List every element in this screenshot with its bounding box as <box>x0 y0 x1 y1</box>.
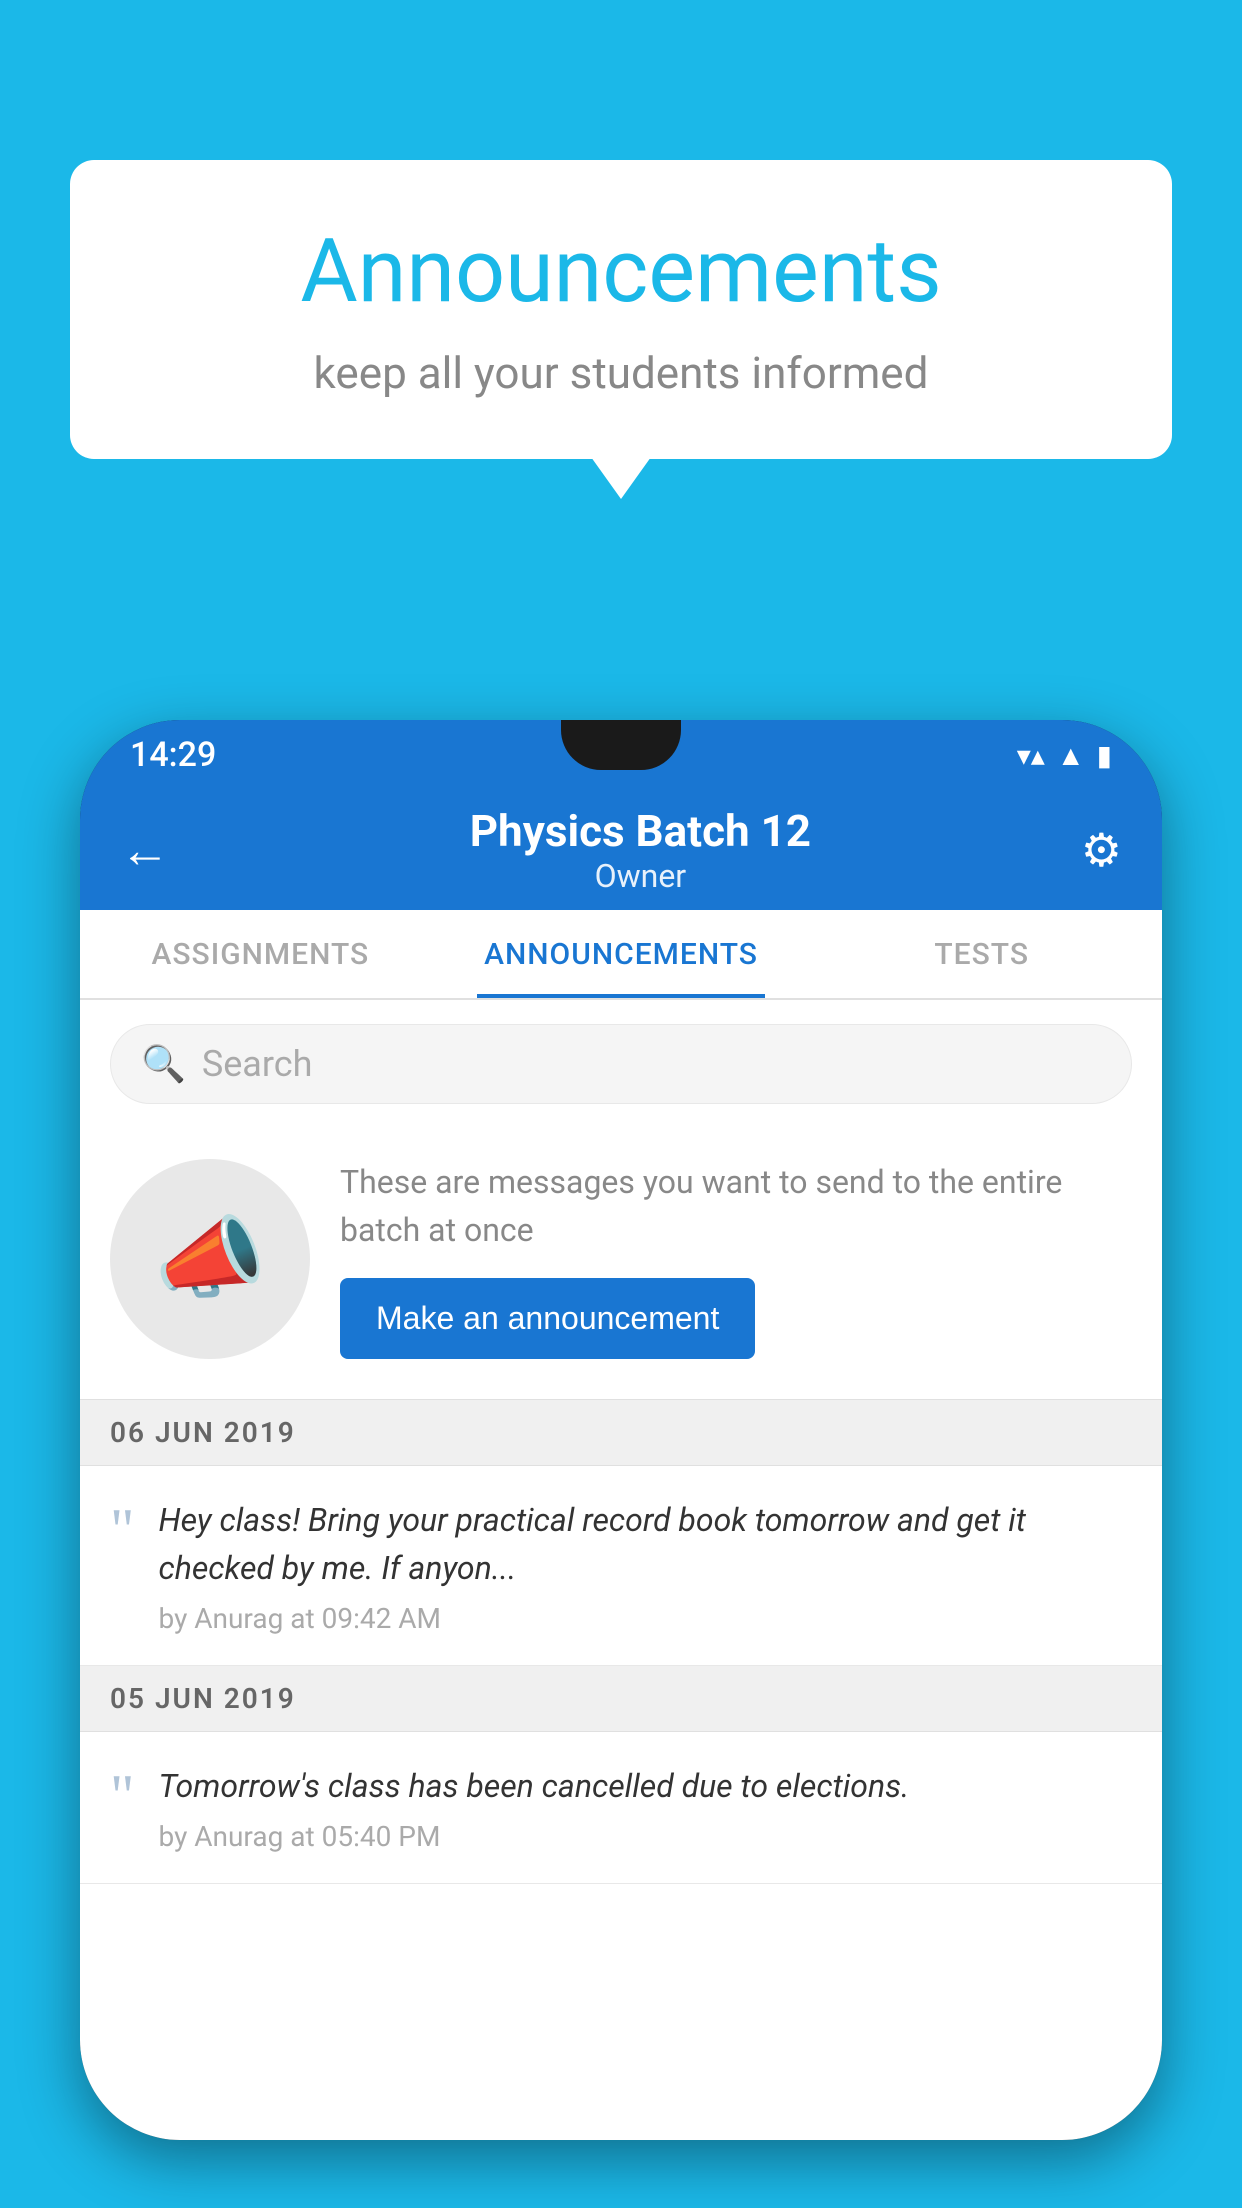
wifi-icon: ▾▴ <box>1017 739 1045 772</box>
screen-content: 🔍 Search 📣 These are messages you want t… <box>80 1000 1162 2140</box>
app-bar-title-group: Physics Batch 12 Owner <box>200 805 1081 895</box>
speech-bubble-subtitle: keep all your students informed <box>150 347 1092 399</box>
signal-icon: ▲ <box>1057 739 1085 772</box>
message-text-1: Hey class! Bring your practical record b… <box>159 1496 1133 1592</box>
search-bar[interactable]: 🔍 Search <box>110 1024 1132 1104</box>
tab-tests[interactable]: TESTS <box>801 910 1162 998</box>
status-time: 14:29 <box>130 735 216 775</box>
message-text-2: Tomorrow's class has been cancelled due … <box>159 1762 1133 1810</box>
speech-bubble-container: Announcements keep all your students inf… <box>70 160 1172 459</box>
notch <box>561 720 681 770</box>
date-separator-2: 05 JUN 2019 <box>80 1666 1162 1732</box>
tabs-container: ASSIGNMENTS ANNOUNCEMENTS TESTS <box>80 910 1162 1000</box>
status-icons: ▾▴ ▲ ▮ <box>1017 739 1112 772</box>
search-placeholder: Search <box>202 1043 313 1085</box>
date-separator-1: 06 JUN 2019 <box>80 1400 1162 1466</box>
phone-wrapper: 14:29 ▾▴ ▲ ▮ ← Physics Batch 12 Owner ⚙ … <box>80 720 1162 2208</box>
message-content-2: Tomorrow's class has been cancelled due … <box>159 1762 1133 1853</box>
prompt-description: These are messages you want to send to t… <box>340 1158 1132 1254</box>
search-icon: 🔍 <box>141 1043 186 1085</box>
message-row-2[interactable]: " Tomorrow's class has been cancelled du… <box>80 1732 1162 1884</box>
announcement-prompt: 📣 These are messages you want to send to… <box>80 1128 1162 1400</box>
message-content-1: Hey class! Bring your practical record b… <box>159 1496 1133 1635</box>
app-bar-subtitle: Owner <box>200 857 1081 895</box>
phone-frame: 14:29 ▾▴ ▲ ▮ ← Physics Batch 12 Owner ⚙ … <box>80 720 1162 2140</box>
quote-icon-1: " <box>110 1500 135 1560</box>
megaphone-icon-circle: 📣 <box>110 1159 310 1359</box>
speech-bubble: Announcements keep all your students inf… <box>70 160 1172 459</box>
back-button[interactable]: ← <box>120 821 170 880</box>
battery-icon: ▮ <box>1097 739 1112 772</box>
prompt-right: These are messages you want to send to t… <box>340 1158 1132 1359</box>
quote-icon-2: " <box>110 1766 135 1826</box>
message-meta-1: by Anurag at 09:42 AM <box>159 1602 1133 1635</box>
make-announcement-button[interactable]: Make an announcement <box>340 1278 755 1359</box>
message-meta-2: by Anurag at 05:40 PM <box>159 1820 1133 1853</box>
megaphone-icon: 📣 <box>154 1206 266 1311</box>
message-row-1[interactable]: " Hey class! Bring your practical record… <box>80 1466 1162 1666</box>
tab-assignments[interactable]: ASSIGNMENTS <box>80 910 441 998</box>
app-bar-title: Physics Batch 12 <box>200 805 1081 857</box>
tab-announcements[interactable]: ANNOUNCEMENTS <box>441 910 802 998</box>
app-bar: ← Physics Batch 12 Owner ⚙ <box>80 790 1162 910</box>
status-bar: 14:29 ▾▴ ▲ ▮ <box>80 720 1162 790</box>
speech-bubble-title: Announcements <box>150 220 1092 323</box>
settings-icon[interactable]: ⚙ <box>1081 823 1122 878</box>
